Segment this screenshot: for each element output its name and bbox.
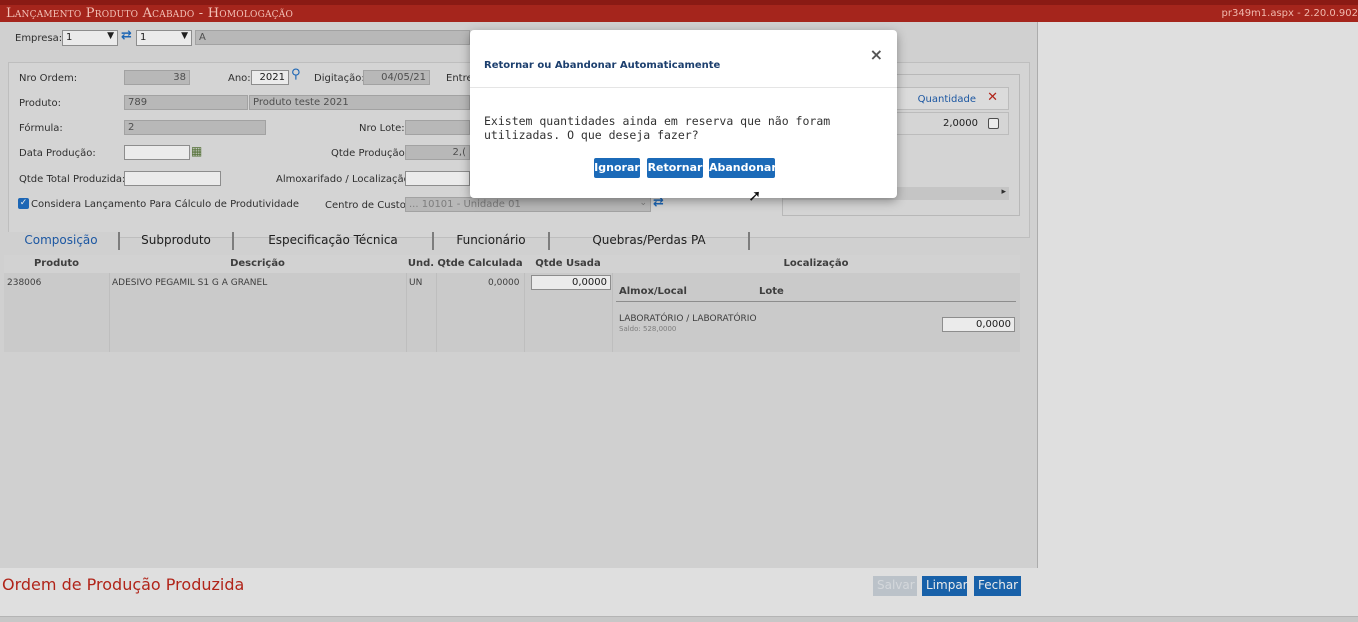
mouse-cursor-icon: ➚ — [748, 186, 762, 205]
abandonar-button[interactable]: Abandonar — [709, 158, 777, 178]
window-titlebar: Lançamento Produto Acabado - Homologação… — [0, 0, 1358, 22]
close-icon[interactable]: × — [870, 45, 883, 64]
window-title: Lançamento Produto Acabado - Homologação — [6, 6, 294, 21]
dialog-title: Retornar ou Abandonar Automaticamente — [484, 60, 721, 71]
dialog-divider — [470, 87, 897, 88]
version-label: pr349m1.aspx - 2.20.0.902 — [1221, 8, 1358, 19]
reserve-dialog: Retornar ou Abandonar Automaticamente × … — [470, 30, 897, 198]
dialog-message: Existem quantidades ainda em reserva que… — [484, 114, 831, 142]
ignorar-button[interactable]: Ignorar — [594, 158, 640, 178]
retornar-button[interactable]: Retornar — [647, 158, 703, 178]
